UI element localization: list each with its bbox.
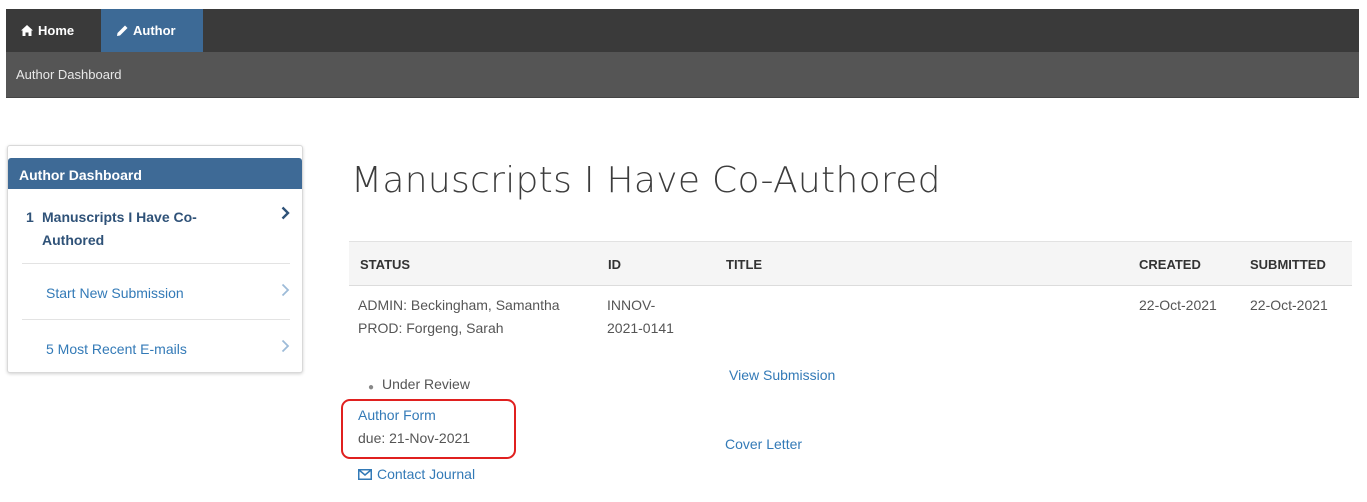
column-header-created: CREATED xyxy=(1139,257,1201,272)
status-under-review: Under Review xyxy=(382,376,470,392)
column-header-status: STATUS xyxy=(360,257,411,272)
nav-home-label: Home xyxy=(38,23,75,38)
highlight-annotation-box xyxy=(341,399,516,459)
view-submission-link[interactable]: View Submission xyxy=(729,364,835,387)
status-prod: PROD: Forgeng, Sarah xyxy=(358,320,504,336)
author-dashboard-sidebar: Author Dashboard 1 Manuscripts I Have Co… xyxy=(7,145,303,373)
sidebar-item-label: Start New Submission xyxy=(46,285,184,301)
sub-navbar: Author Dashboard xyxy=(6,52,1359,98)
page-title: Manuscripts I Have Co-Authored xyxy=(351,160,941,201)
column-header-submitted: SUBMITTED xyxy=(1250,257,1326,272)
sidebar-item-recent-emails[interactable]: 5 Most Recent E-mails xyxy=(22,321,290,376)
manuscript-id-line2: 2021-0141 xyxy=(607,320,674,336)
nav-author-tab[interactable]: Author xyxy=(101,9,203,52)
home-icon xyxy=(21,25,33,36)
subnav-label[interactable]: Author Dashboard xyxy=(16,67,122,82)
pencil-icon xyxy=(116,25,128,37)
table-header: STATUS ID TITLE CREATED SUBMITTED xyxy=(349,241,1352,286)
submitted-date: 22-Oct-2021 xyxy=(1250,297,1328,313)
chevron-right-icon xyxy=(281,206,290,223)
top-navbar: Home Author xyxy=(6,9,1359,52)
sidebar-title: Author Dashboard xyxy=(8,158,302,189)
created-date: 22-Oct-2021 xyxy=(1139,297,1217,313)
column-header-title: TITLE xyxy=(726,257,763,272)
sidebar-item-co-authored[interactable]: 1 Manuscripts I Have Co-Authored xyxy=(22,206,290,264)
column-header-id: ID xyxy=(608,257,621,272)
contact-journal-label: Contact Journal xyxy=(377,466,476,482)
manuscript-id-line1: INNOV- xyxy=(607,297,656,313)
sidebar-item-label: 5 Most Recent E-mails xyxy=(46,341,187,357)
contact-journal-link[interactable]: Contact Journal xyxy=(358,463,475,486)
nav-home-tab[interactable]: Home xyxy=(6,9,101,52)
cover-letter-link[interactable]: Cover Letter xyxy=(725,433,802,456)
sidebar-item-count: 1 xyxy=(26,209,34,225)
chevron-right-icon xyxy=(281,339,290,356)
sidebar-item-label: Manuscripts I Have Co-Authored xyxy=(42,209,197,248)
nav-author-label: Author xyxy=(133,23,176,38)
envelope-icon xyxy=(358,469,372,480)
sidebar-item-start-new-submission[interactable]: Start New Submission xyxy=(22,265,290,320)
chevron-right-icon xyxy=(281,283,290,300)
bullet-icon: ● xyxy=(368,382,375,393)
status-admin: ADMIN: Beckingham, Samantha xyxy=(358,297,560,313)
